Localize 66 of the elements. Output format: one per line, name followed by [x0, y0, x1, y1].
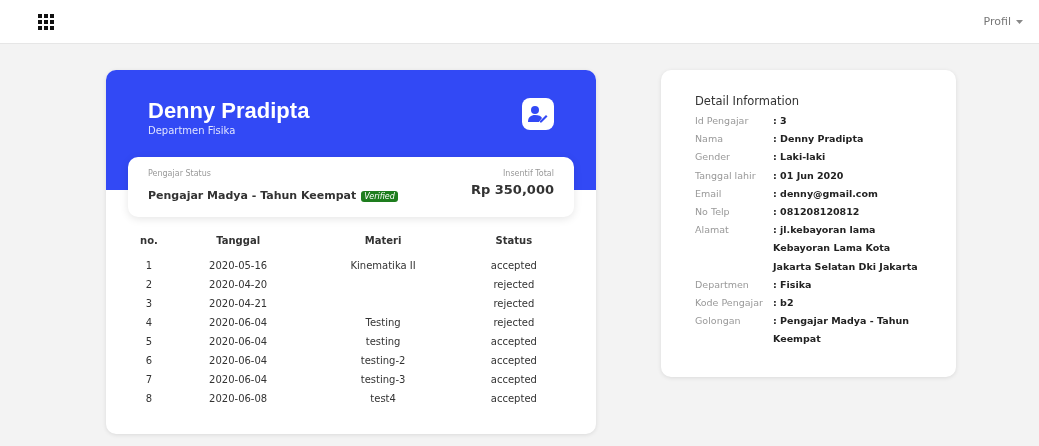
table-cell-text: rejected: [492, 278, 536, 292]
table-cell-text: 7: [144, 373, 154, 387]
field-label: Kode Pengajar: [695, 296, 764, 311]
verified-badge: Verified: [361, 191, 398, 202]
table-cell-text: 3: [144, 297, 154, 311]
column-header: Status: [494, 234, 534, 248]
field-value: : 3: [773, 114, 788, 128]
table-cell-text: 4: [144, 316, 154, 330]
field-value: : 081208120812: [773, 205, 861, 219]
table-cell-text: testing: [364, 335, 402, 349]
status-label: Pengajar Status: [148, 169, 212, 178]
table-cell-text: 2: [144, 278, 154, 292]
department-text: Departmen Fisika: [148, 125, 237, 136]
table-cell-text: 8: [144, 392, 154, 406]
incentive-label: Insentif Total: [502, 169, 554, 178]
table-cell-text: rejected: [492, 316, 536, 330]
field-value: : 01 Jun 2020: [773, 168, 845, 183]
incentive-value: Rp 350,000: [470, 182, 554, 197]
table-cell-text: Testing: [364, 316, 402, 330]
field-value: : b2: [773, 296, 795, 311]
field-label: Departmen: [695, 277, 750, 292]
table-cell-text: accepted: [489, 259, 538, 273]
field-label: Alamat: [695, 223, 730, 238]
caret-icon: [1016, 19, 1023, 24]
table-cell-text: 2020-06-04: [208, 335, 269, 349]
column-header: no.: [139, 234, 159, 248]
table-cell-text: 2020-06-04: [208, 373, 269, 387]
column-header: Materi: [363, 234, 403, 248]
field-value: : denny@gmail.com: [773, 186, 879, 201]
status-value: Pengajar Madya - Tahun Keempat: [148, 189, 357, 202]
table-cell-text: 5: [144, 335, 154, 349]
table-cell-text: testing-3: [359, 373, 407, 387]
field-label: Email: [695, 186, 723, 201]
table-cell-text: 2020-04-21: [208, 297, 269, 311]
field-value: : Pengajar Madya - Tahun Keempat: [773, 314, 910, 347]
table-cell-text: 2020-06-04: [208, 316, 269, 330]
table-cell-text: 2020-04-20: [208, 278, 269, 292]
field-label: Nama: [695, 132, 724, 147]
table-cell-text: accepted: [489, 392, 538, 406]
field-value: : Laki-laki: [773, 150, 827, 165]
user-edit-icon[interactable]: [522, 98, 554, 130]
table-cell-text: testing-2: [359, 354, 407, 368]
field-value: : jl.kebayoran lama Kebayoran Lama Kota Jakarta Selatan Dki Jakarta: [773, 223, 919, 274]
table-cell-text: 2020-06-08: [208, 392, 269, 406]
table-cell-text: Kinematika II: [349, 259, 417, 273]
field-label: Golongan: [695, 314, 742, 329]
table-cell-text: test4: [369, 392, 397, 406]
table-cell-text: 1: [144, 259, 154, 273]
table-cell-text: accepted: [489, 373, 538, 387]
field-label: Gender: [695, 150, 731, 165]
field-label: Id Pengajar: [695, 114, 750, 128]
table-cell-text: 6: [144, 354, 154, 368]
field-label: No Telp: [695, 205, 731, 219]
detail-title: Detail Information: [695, 94, 801, 108]
column-header: Tanggal: [215, 234, 262, 248]
table-cell-text: 2020-05-16: [208, 259, 269, 273]
profile-menu[interactable]: Profil: [977, 14, 1029, 29]
table-cell-text: 2020-06-04: [208, 354, 269, 368]
field-value: : Denny Pradipta: [773, 132, 865, 147]
teacher-name: Denny Pradipta: [148, 98, 310, 124]
table-cell-text: rejected: [492, 297, 536, 311]
field-label: Tanggal lahir: [695, 168, 757, 183]
grid-menu-icon[interactable]: [38, 13, 54, 30]
field-value: : Fisika: [773, 277, 813, 292]
table-cell-text: accepted: [489, 335, 538, 349]
table-cell-text: accepted: [489, 354, 538, 368]
